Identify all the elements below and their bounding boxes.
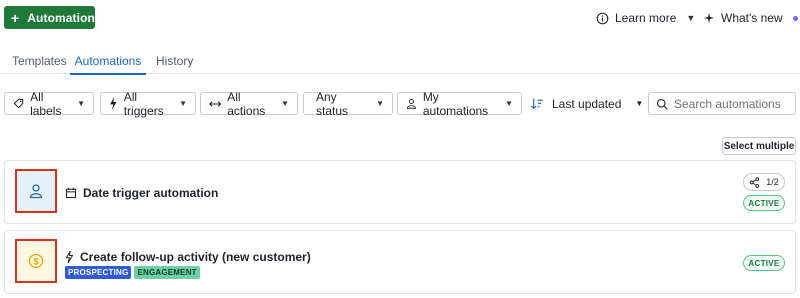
automation-title: Create follow-up activity (new customer) bbox=[65, 250, 311, 264]
person-icon bbox=[29, 184, 43, 199]
automation-card[interactable]: $ Create follow-up activity (new custome… bbox=[4, 230, 796, 294]
tag-list: PROSPECTING ENGAGEMENT bbox=[65, 266, 200, 279]
sparkle-icon bbox=[703, 12, 715, 24]
status-badge: ACTIVE bbox=[743, 195, 785, 211]
bolt-icon bbox=[66, 251, 73, 263]
bolt-icon bbox=[110, 97, 117, 110]
caret-down-icon: ▼ bbox=[77, 99, 85, 108]
svg-text:$: $ bbox=[33, 256, 38, 266]
caret-down-icon: ▼ bbox=[179, 99, 187, 108]
tab-bar: Templates Automations History bbox=[0, 48, 800, 75]
automation-type-icon-box: $ bbox=[15, 239, 57, 283]
caret-down-icon: ▼ bbox=[376, 99, 384, 108]
learn-more-menu[interactable]: Learn more ▼ bbox=[596, 10, 695, 26]
status-badge: ACTIVE bbox=[743, 255, 785, 271]
owner-filter[interactable]: My automations ▼ bbox=[397, 89, 522, 118]
automation-title: Date trigger automation bbox=[65, 186, 218, 200]
caret-down-icon: ▼ bbox=[505, 99, 513, 108]
person-icon bbox=[406, 98, 416, 109]
labels-filter-label: All labels bbox=[30, 89, 62, 118]
share-count-pill[interactable]: 1/2 bbox=[743, 173, 785, 191]
notification-dot bbox=[792, 15, 798, 21]
tab-history[interactable]: History bbox=[156, 54, 193, 74]
status-filter[interactable]: Any status ▼ bbox=[303, 89, 393, 118]
tag-engagement: ENGAGEMENT bbox=[134, 266, 200, 279]
search-box bbox=[648, 92, 796, 115]
arrows-horizontal-icon bbox=[209, 100, 222, 107]
automation-type-icon-box bbox=[15, 169, 57, 213]
caret-down-icon: ▼ bbox=[635, 99, 644, 108]
tab-automations[interactable]: Automations bbox=[70, 54, 146, 75]
status-filter-label: Any status bbox=[316, 89, 349, 118]
actions-filter-label: All actions bbox=[227, 89, 266, 118]
add-automation-label: Automation bbox=[27, 10, 95, 25]
tab-templates[interactable]: Templates bbox=[12, 54, 67, 74]
triggers-filter-label: All triggers bbox=[123, 89, 164, 118]
whats-new-label: What's new bbox=[721, 11, 783, 25]
dollar-coin-icon: $ bbox=[28, 253, 44, 269]
tag-prospecting: PROSPECTING bbox=[65, 266, 132, 279]
sort-label: Last updated bbox=[552, 96, 622, 111]
info-icon bbox=[596, 12, 609, 24]
add-automation-button[interactable]: + Automation bbox=[4, 6, 95, 29]
caret-down-icon: ▼ bbox=[281, 99, 289, 108]
labels-filter[interactable]: All labels ▼ bbox=[4, 89, 94, 118]
select-multiple-button[interactable]: Select multiple bbox=[722, 137, 796, 155]
search-icon bbox=[656, 98, 668, 110]
chevron-down-icon: ▼ bbox=[686, 13, 696, 23]
share-count: 1/2 bbox=[766, 177, 779, 187]
automation-title-text: Create follow-up activity (new customer) bbox=[80, 250, 311, 264]
whats-new-button[interactable]: What's new bbox=[703, 10, 798, 26]
share-icon bbox=[750, 176, 760, 188]
calendar-icon bbox=[65, 187, 77, 199]
top-bar: + Automation Learn more ▼ What's new bbox=[0, 0, 800, 40]
automation-card[interactable]: Date trigger automation 1/2 ACTIVE bbox=[4, 160, 796, 224]
sort-icon bbox=[530, 98, 543, 110]
triggers-filter[interactable]: All triggers ▼ bbox=[100, 89, 196, 118]
automation-title-text: Date trigger automation bbox=[83, 186, 219, 200]
plus-icon: + bbox=[11, 9, 20, 26]
sort-dropdown[interactable]: Last updated ▼ bbox=[530, 92, 643, 115]
learn-more-label: Learn more bbox=[615, 11, 677, 25]
search-input[interactable] bbox=[674, 96, 792, 111]
tag-icon bbox=[13, 98, 24, 109]
actions-filter[interactable]: All actions ▼ bbox=[200, 89, 298, 118]
owner-filter-label: My automations bbox=[422, 89, 489, 118]
